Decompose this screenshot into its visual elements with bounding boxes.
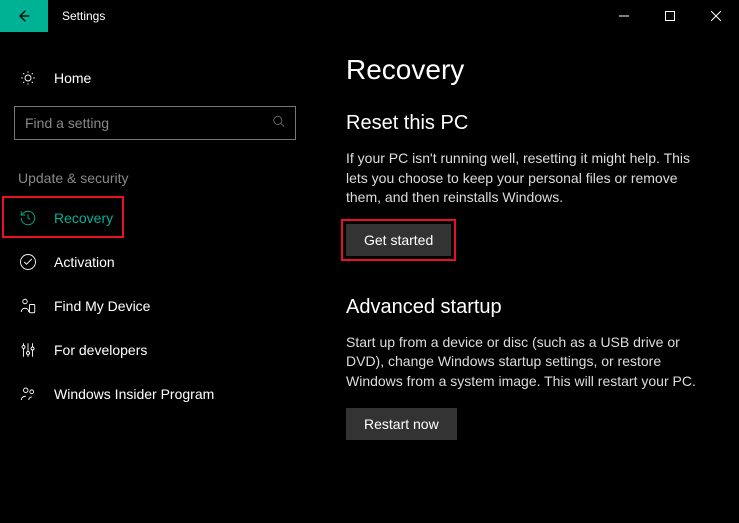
sidebar-item-activation[interactable]: Activation (0, 240, 310, 284)
sidebar-item-find-my-device[interactable]: Find My Device (0, 284, 310, 328)
sidebar-item-label: Recovery (54, 210, 113, 226)
advanced-heading: Advanced startup (346, 296, 713, 319)
sidebar-item-insider[interactable]: Windows Insider Program (0, 372, 310, 416)
page-title: Recovery (346, 54, 713, 86)
find-device-icon (18, 296, 38, 316)
advanced-description: Start up from a device or disc (such as … (346, 333, 713, 392)
reset-heading: Reset this PC (346, 112, 713, 135)
sidebar-home-label: Home (54, 70, 91, 86)
sidebar: Home Update & security Recovery Activati… (0, 32, 310, 523)
home-icon (18, 68, 38, 88)
close-button[interactable] (693, 0, 739, 32)
recovery-icon (18, 208, 38, 228)
search-icon (272, 115, 286, 132)
main-content: Recovery Reset this PC If your PC isn't … (310, 32, 739, 523)
developers-icon (18, 340, 38, 360)
maximize-button[interactable] (647, 0, 693, 32)
search-wrapper (14, 106, 296, 140)
sidebar-item-label: Activation (54, 254, 115, 270)
search-input[interactable] (14, 106, 296, 140)
sidebar-item-label: Windows Insider Program (54, 386, 214, 402)
sidebar-item-for-developers[interactable]: For developers (0, 328, 310, 372)
minimize-button[interactable] (601, 0, 647, 32)
sidebar-item-home[interactable]: Home (0, 58, 310, 98)
activation-icon (18, 252, 38, 272)
restart-now-button[interactable]: Restart now (346, 408, 457, 440)
back-button[interactable] (0, 0, 48, 32)
insider-icon (18, 384, 38, 404)
reset-description: If your PC isn't running well, resetting… (346, 149, 713, 208)
window-title: Settings (48, 0, 105, 32)
sidebar-item-recovery[interactable]: Recovery (0, 196, 310, 240)
sidebar-item-label: For developers (54, 342, 147, 358)
sidebar-item-label: Find My Device (54, 298, 150, 314)
titlebar: Settings (0, 0, 739, 32)
sidebar-section-label: Update & security (0, 140, 310, 196)
get-started-button[interactable]: Get started (346, 224, 451, 256)
